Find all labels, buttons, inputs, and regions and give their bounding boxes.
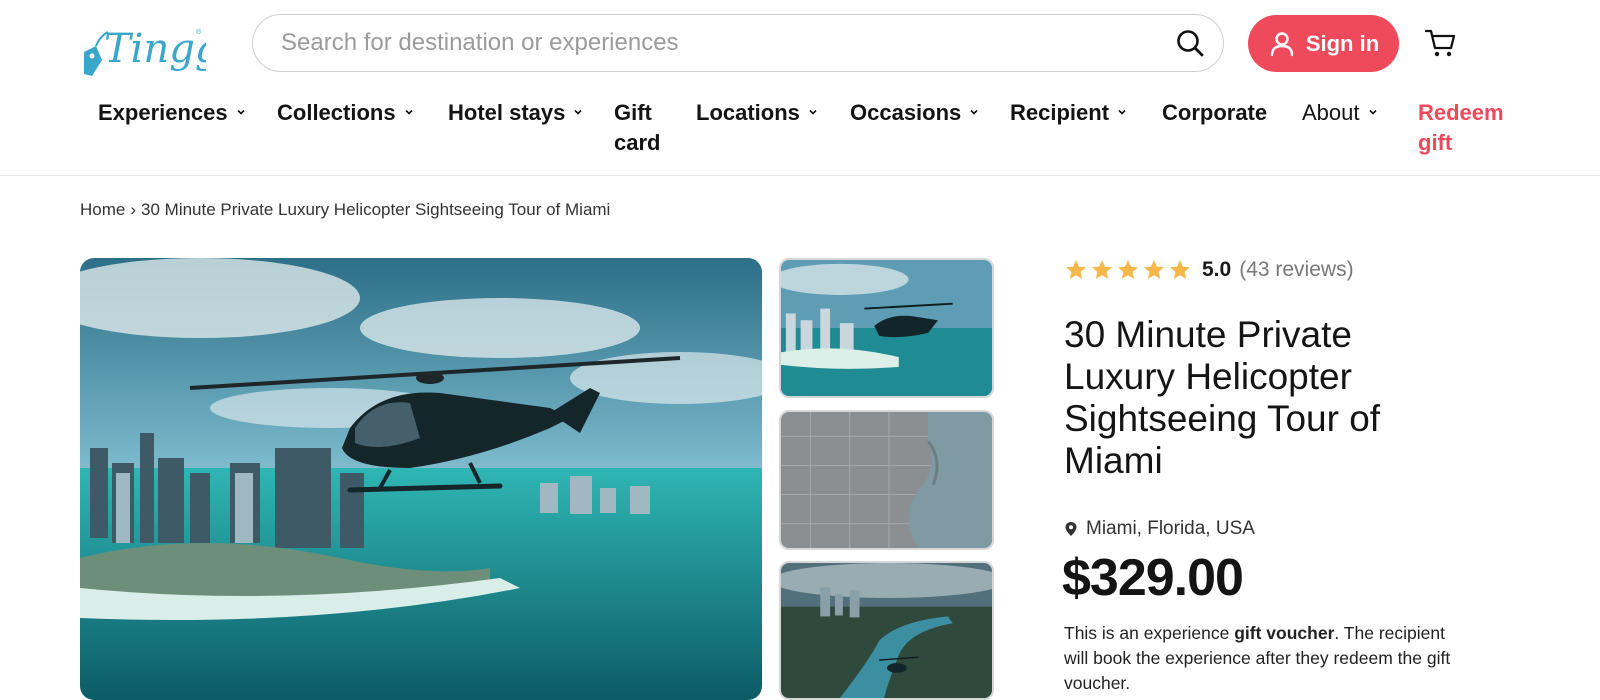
star-icon — [1118, 260, 1138, 279]
chevron-down-icon — [1118, 109, 1126, 115]
nav-experiences[interactable]: Experiences — [98, 98, 246, 128]
chevron-down-icon — [809, 109, 817, 115]
nav-label: Experiences — [98, 100, 228, 125]
nav-gift-card[interactable]: Gift card — [614, 98, 674, 158]
product-title: 30 Minute Private Luxury Helicopter Sigh… — [1064, 314, 1381, 481]
search-icon[interactable] — [1175, 28, 1205, 58]
gallery-thumbnail-3[interactable] — [779, 561, 994, 700]
nav-label: Hotel stays — [448, 100, 566, 125]
chevron-down-icon — [237, 109, 245, 115]
svg-text:®: ® — [196, 28, 202, 36]
chevron-down-icon — [405, 109, 413, 115]
nav-hotel-stays[interactable]: Hotel stays — [448, 98, 583, 128]
location-text: Miami, Florida, USA — [1086, 518, 1255, 539]
location-pin-icon — [1065, 522, 1077, 536]
reviews-link[interactable]: (43 reviews) — [1239, 258, 1353, 282]
breadcrumb-current: 30 Minute Private Luxury Helicopter Sigh… — [141, 200, 611, 219]
search-input[interactable] — [281, 15, 1141, 71]
nav-occasions[interactable]: Occasions — [850, 98, 979, 128]
nav-recipient[interactable]: Recipient — [1010, 98, 1127, 128]
product-description: This is an experience gift voucher. The … — [1064, 621, 1474, 696]
nav-collections[interactable]: Collections — [277, 98, 414, 128]
breadcrumb: Home › 30 Minute Private Luxury Helicopter… — [80, 200, 610, 220]
product-rating: 5.0 (43 reviews) — [1064, 258, 1354, 282]
description-text: This is an experience — [1064, 623, 1235, 643]
breadcrumb-separator: › — [130, 200, 137, 219]
chevron-down-icon — [1368, 109, 1377, 115]
chevron-down-icon — [574, 109, 582, 115]
logo-wordmark: Tinggly — [104, 26, 206, 72]
nav-label: Collections — [277, 100, 396, 125]
product-location: Miami, Florida, USA — [1064, 518, 1255, 540]
nav-label: Recipient — [1010, 100, 1110, 125]
sign-in-label: Sign in — [1305, 30, 1380, 56]
rating-score: 5.0 — [1202, 258, 1232, 281]
tinggly-logo[interactable]: Tinggly ® — [78, 12, 257, 78]
nav-about[interactable]: About — [1302, 98, 1378, 128]
sign-in-button[interactable]: Sign in — [1248, 15, 1399, 72]
nav-locations[interactable]: Locations — [696, 98, 818, 128]
gallery-thumbnail-map[interactable] — [779, 410, 994, 550]
nav-redeem-gift[interactable]: Redeem gift — [1418, 98, 1513, 158]
product-price: $329.00 — [1062, 549, 1244, 607]
shopping-cart-icon[interactable] — [1424, 26, 1458, 60]
nav-label: Corporate — [1162, 100, 1268, 125]
search-bar — [252, 14, 1224, 72]
breadcrumb-home-link[interactable]: Home — [80, 200, 125, 219]
star-icon — [1170, 260, 1190, 279]
nav-label: Locations — [696, 100, 800, 125]
nav-label: Occasions — [850, 100, 962, 125]
header-divider — [0, 175, 1600, 176]
main-product-image[interactable] — [80, 258, 762, 700]
star-icon — [1066, 260, 1086, 279]
chevron-down-icon — [970, 109, 978, 115]
nav-label: About — [1302, 100, 1360, 125]
star-icon — [1144, 260, 1164, 279]
star-icon — [1092, 260, 1112, 279]
nav-label: Gift card — [614, 100, 661, 155]
user-icon — [1270, 31, 1294, 56]
nav-label: Redeem gift — [1418, 100, 1504, 155]
gallery-thumbnail-1[interactable] — [779, 258, 994, 398]
main-nav: Experiences Collections Hotel stays Gift… — [0, 98, 1600, 176]
nav-corporate[interactable]: Corporate — [1162, 98, 1267, 128]
description-bold: gift voucher — [1234, 623, 1335, 643]
